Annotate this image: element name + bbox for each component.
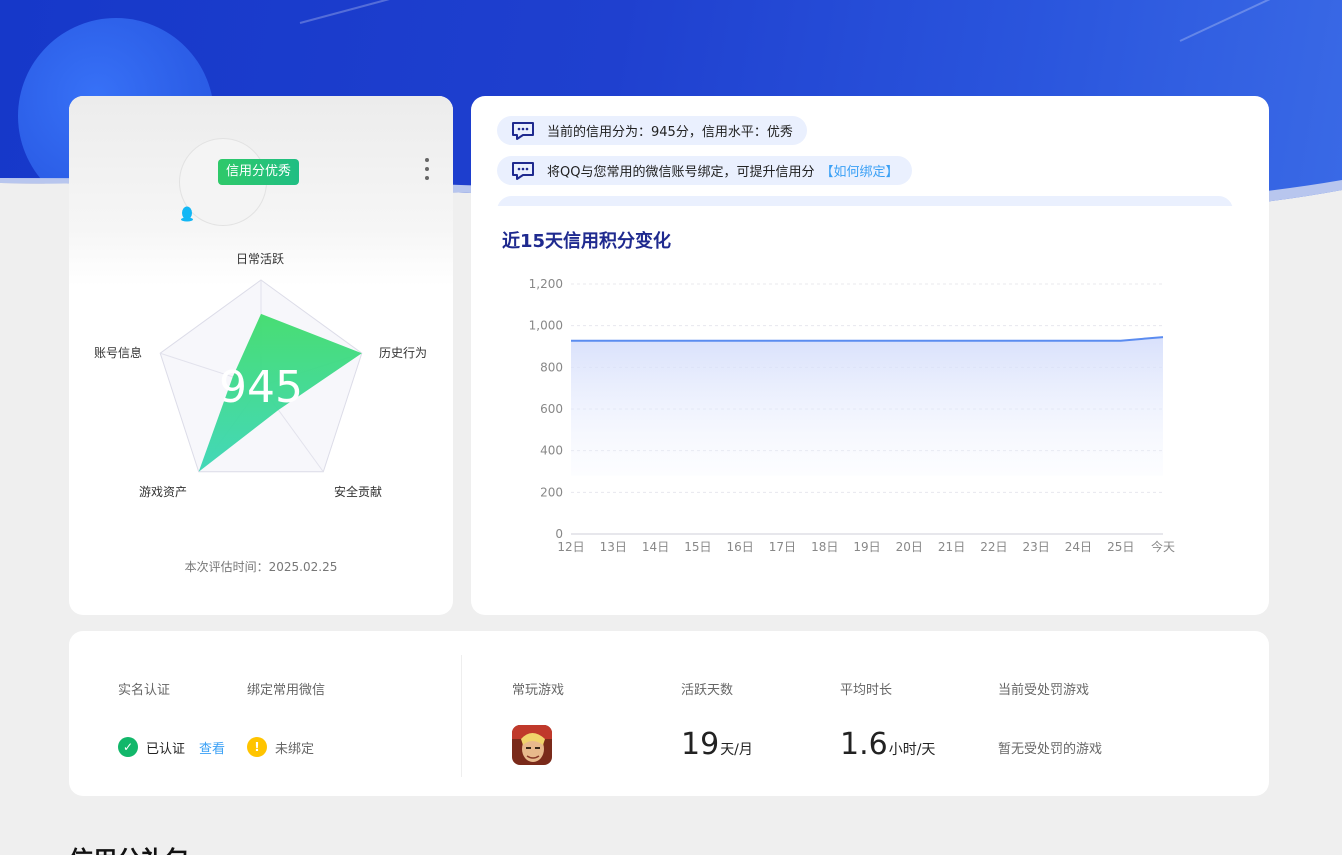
notice-bind-wechat: 将QQ与您常用的微信账号绑定，可提升信用分 【如何绑定】 — [497, 156, 913, 185]
notice-scroll-clip — [471, 192, 1269, 206]
notice-text: 当前的信用分为：945分，信用水平：优秀 — [547, 125, 793, 140]
chat-bubble-icon — [512, 161, 534, 180]
realname-label: 实名认证 — [118, 683, 171, 698]
x-tick-label: 21日 — [938, 540, 965, 554]
avg-time-number: 1.6 — [840, 727, 888, 762]
active-days-value: 19 天/月 — [681, 727, 753, 762]
active-days-label: 活跃天数 — [681, 683, 734, 698]
game-icon[interactable] — [512, 725, 552, 765]
view-link[interactable]: 查看 — [199, 738, 225, 757]
frequent-games-label: 常玩游戏 — [512, 683, 565, 698]
qq-icon — [181, 206, 193, 222]
x-tick-label: 24日 — [1065, 540, 1092, 554]
chart-title: 近15天信用积分变化 — [502, 231, 672, 252]
y-tick-label: 800 — [540, 360, 563, 374]
y-tick-label: 600 — [540, 402, 563, 416]
x-tick-label: 20日 — [896, 540, 923, 554]
warning-circle-icon: ! — [247, 737, 267, 757]
active-days-number: 19 — [681, 727, 720, 762]
x-tick-label: 19日 — [853, 540, 880, 554]
y-tick-label: 400 — [540, 444, 563, 458]
realname-status: ✓ 已认证 查看 — [118, 737, 225, 757]
y-tick-label: 0 — [555, 527, 563, 541]
radar-label-history: 历史行为 — [379, 346, 428, 360]
radar-label-daily-active: 日常活跃 — [236, 252, 285, 266]
y-tick-label: 1,000 — [529, 319, 563, 333]
account-status-card: 实名认证 绑定常用微信 ✓ 已认证 查看 ! 未绑定 常玩游戏 活跃天数 平均时… — [69, 631, 1269, 796]
realname-status-text: 已认证 — [146, 741, 186, 757]
x-tick-label: 14日 — [642, 540, 669, 554]
radar-chart: 945 日常活跃 历史行为 安全贡献 游戏资产 账号信息 — [69, 246, 453, 516]
x-tick-label: 13日 — [600, 540, 627, 554]
chat-bubble-icon — [512, 121, 534, 140]
radar-label-assets: 游戏资产 — [139, 485, 188, 499]
credit-profile-card: 信用分优秀 945 日常活跃 历史行为 安全贡献 游戏资产 账号信息 本次评估时… — [69, 96, 453, 615]
evaluation-time: 本次评估时间：2025.02.25 — [184, 560, 338, 574]
x-tick-label: 22日 — [980, 540, 1007, 554]
credit-score-value: 945 — [219, 362, 303, 413]
avg-time-value: 1.6 小时/天 — [840, 727, 935, 762]
x-tick-label: 今天 — [1151, 539, 1175, 554]
check-circle-icon: ✓ — [118, 737, 138, 757]
series-line — [571, 336, 1164, 342]
y-tick-label: 200 — [540, 485, 563, 499]
active-days-unit: 天/月 — [720, 742, 753, 758]
credit-line-chart: 0 200 400 600 800 1,000 1,200 12日 13日 14日 15日 16日 17… — [529, 277, 1175, 554]
notice-text: 将QQ与您常用的微信账号绑定，可提升信用分 — [547, 165, 815, 180]
x-tick-label: 23日 — [1023, 540, 1050, 554]
credit-level-badge: 信用分优秀 — [218, 159, 300, 185]
radar-label-security: 安全贡献 — [334, 485, 383, 499]
x-tick-label: 15日 — [684, 540, 711, 554]
wechat-bind-label: 绑定常用微信 — [247, 683, 326, 698]
divider — [461, 655, 462, 777]
avg-time-unit: 小时/天 — [888, 742, 936, 758]
punished-games-value: 暂无受处罚的游戏 — [998, 742, 1103, 757]
section-title: 信用分礼包 — [69, 840, 189, 855]
x-tick-label: 17日 — [769, 540, 796, 554]
radar-label-account-info: 账号信息 — [94, 346, 143, 360]
credit-trend-card: 当前的信用分为：945分，信用水平：优秀 将QQ与您常用的微信账号绑定，可提升信… — [471, 96, 1269, 615]
punished-games-label: 当前受处罚游戏 — [998, 683, 1090, 698]
area-fill — [571, 337, 1163, 476]
how-to-bind-link[interactable]: 【如何绑定】 — [820, 161, 898, 180]
x-tick-label: 18日 — [811, 540, 838, 554]
avg-time-label: 平均时长 — [840, 683, 893, 698]
y-tick-label: 1,200 — [529, 277, 563, 291]
x-tick-label: 16日 — [727, 540, 754, 554]
x-tick-label: 25日 — [1107, 540, 1134, 554]
wechat-status-text: 未绑定 — [275, 741, 315, 757]
more-options-icon[interactable] — [421, 156, 433, 182]
wechat-status: ! 未绑定 — [247, 737, 314, 757]
x-tick-label: 12日 — [557, 540, 584, 554]
notice-current-score: 当前的信用分为：945分，信用水平：优秀 — [497, 116, 807, 145]
